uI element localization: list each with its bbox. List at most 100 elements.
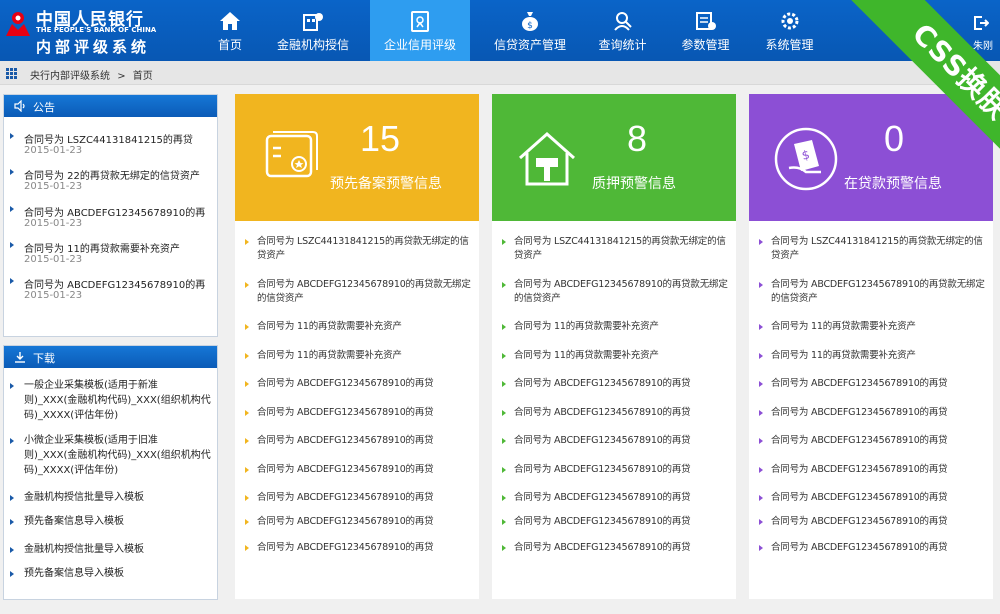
download-item[interactable]: 小微企业采集模板(适用于旧准则)_XXX(金融机构代码)_XXX(组织机构代码)… [10,433,211,478]
list-item[interactable]: 合同号为 ABCDEFG12345678910的再贷 [759,377,989,391]
list-item[interactable]: 合同号为 ABCDEFG12345678910的再贷 [502,434,732,448]
list-item-text[interactable]: 合同号为 ABCDEFG12345678910的再贷 [257,434,475,448]
list-item[interactable]: 合同号为 11的再贷款需要补充资产 [502,349,732,363]
list-item-text[interactable]: 合同号为 ABCDEFG12345678910的再贷 [771,434,989,448]
list-item[interactable]: 合同号为 11的再贷款需要补充资产 [245,320,475,334]
list-item-text[interactable]: 合同号为 ABCDEFG12345678910的再贷 [514,463,732,477]
list-item[interactable]: 合同号为 ABCDEFG12345678910的再贷款无绑定的信贷资产 [245,278,475,306]
list-item-text[interactable]: 合同号为 ABCDEFG12345678910的再贷 [257,463,475,477]
list-item[interactable]: 合同号为 ABCDEFG12345678910的再贷款无绑定的信贷资产 [502,278,732,306]
download-item[interactable]: 预先备案信息导入模板 [10,514,211,529]
list-item[interactable]: 合同号为 ABCDEFG12345678910的再贷 [502,377,732,391]
list-item[interactable]: 合同号为 ABCDEFG12345678910的再贷 [759,406,989,420]
list-item-text[interactable]: 合同号为 ABCDEFG12345678910的再贷 [514,491,732,505]
list-item[interactable]: 合同号为 11的再贷款需要补充资产 [502,320,732,334]
notice-item-date: 2015-01-23 [24,145,83,156]
download-item-label[interactable]: 一般企业采集模板(适用于新准则)_XXX(金融机构代码)_XXX(组织机构代码)… [24,378,211,423]
list-item-text[interactable]: 合同号为 ABCDEFG12345678910的再贷 [771,377,989,391]
list-item[interactable]: 合同号为 LSZC44131841215的再贷款无绑定的信贷资产 [502,235,732,263]
list-item[interactable]: 合同号为 11的再贷款需要补充资产 [245,349,475,363]
nav-query-stats[interactable]: 查询统计 [590,0,655,61]
list-item-text[interactable]: 合同号为 ABCDEFG12345678910的再贷 [257,515,475,529]
list-item[interactable]: 合同号为 ABCDEFG12345678910的再贷 [245,491,475,505]
notice-item-title[interactable]: 合同号为 11的再贷款需要补充资产 [24,240,180,255]
list-item[interactable]: 合同号为 ABCDEFG12345678910的再贷 [759,491,989,505]
list-item[interactable]: 合同号为 ABCDEFG12345678910的再贷 [245,406,475,420]
list-item[interactable]: 合同号为 11的再贷款需要补充资产 [759,349,989,363]
list-item[interactable]: 合同号为 11的再贷款需要补充资产 [759,320,989,334]
list-item-text[interactable]: 合同号为 11的再贷款需要补充资产 [514,349,732,363]
list-item-text[interactable]: 合同号为 ABCDEFG12345678910的再贷 [514,515,732,529]
loan-warning-card: $ 0 在贷款预警信息 合同号为 LSZC44131841215的再贷款无绑定的… [749,94,993,599]
download-item[interactable]: 一般企业采集模板(适用于新准则)_XXX(金融机构代码)_XXX(组织机构代码)… [10,378,211,423]
nav-home[interactable]: 首页 [205,0,255,61]
download-item-label[interactable]: 预先备案信息导入模板 [24,514,211,529]
notice-item-title[interactable]: 合同号为 ABCDEFG12345678910的再 [24,276,205,291]
nav-parameter[interactable]: 参数管理 [673,0,738,61]
list-item-text[interactable]: 合同号为 11的再贷款需要补充资产 [257,349,475,363]
list-item[interactable]: 合同号为 ABCDEFG12345678910的再贷 [245,463,475,477]
list-item-text[interactable]: 合同号为 ABCDEFG12345678910的再贷款无绑定的信贷资产 [771,278,989,306]
list-item-text[interactable]: 合同号为 ABCDEFG12345678910的再贷 [771,463,989,477]
list-item[interactable]: 合同号为 ABCDEFG12345678910的再贷 [502,515,732,529]
list-item-text[interactable]: 合同号为 ABCDEFG12345678910的再贷 [771,515,989,529]
logout-icon[interactable] [973,15,989,31]
download-item[interactable]: 金融机构授信批量导入模板 [10,490,211,505]
breadcrumb-root[interactable]: 央行内部评级系统 [30,71,110,82]
notice-item-title[interactable]: 合同号为 ABCDEFG12345678910的再 [24,204,205,219]
list-item-text[interactable]: 合同号为 ABCDEFG12345678910的再贷 [257,406,475,420]
list-item[interactable]: 合同号为 ABCDEFG12345678910的再贷 [759,434,989,448]
list-item[interactable]: 合同号为 ABCDEFG12345678910的再贷 [245,434,475,448]
pledge-card-header[interactable]: 8 质押预警信息 [492,94,736,221]
list-item[interactable]: 合同号为 LSZC44131841215的再贷款无绑定的信贷资产 [759,235,989,263]
list-item[interactable]: 合同号为 ABCDEFG12345678910的再贷 [502,463,732,477]
list-item-text[interactable]: 合同号为 ABCDEFG12345678910的再贷 [771,406,989,420]
list-item-text[interactable]: 合同号为 11的再贷款需要补充资产 [771,320,989,334]
list-item[interactable]: 合同号为 ABCDEFG12345678910的再贷 [502,406,732,420]
list-item[interactable]: 合同号为 ABCDEFG12345678910的再贷 [759,515,989,529]
list-item-text[interactable]: 合同号为 11的再贷款需要补充资产 [514,320,732,334]
list-item-text[interactable]: 合同号为 ABCDEFG12345678910的再贷 [257,541,475,555]
list-item[interactable]: 合同号为 ABCDEFG12345678910的再贷款无绑定的信贷资产 [759,278,989,306]
nav-credit-rating[interactable]: 企业信用评级 [370,0,470,61]
list-item-text[interactable]: 合同号为 LSZC44131841215的再贷款无绑定的信贷资产 [771,235,989,263]
download-item-label[interactable]: 小微企业采集模板(适用于旧准则)_XXX(金融机构代码)_XXX(组织机构代码)… [24,433,211,478]
list-item[interactable]: 合同号为 ABCDEFG12345678910的再贷 [759,463,989,477]
list-item-text[interactable]: 合同号为 ABCDEFG12345678910的再贷款无绑定的信贷资产 [514,278,732,306]
list-item-text[interactable]: 合同号为 ABCDEFG12345678910的再贷 [771,491,989,505]
loan-card-header[interactable]: $ 0 在贷款预警信息 [749,94,993,221]
list-item-text[interactable]: 合同号为 LSZC44131841215的再贷款无绑定的信贷资产 [514,235,732,263]
apps-grid-icon[interactable] [6,68,17,79]
list-item-text[interactable]: 合同号为 ABCDEFG12345678910的再贷 [257,377,475,391]
list-item-text[interactable]: 合同号为 LSZC44131841215的再贷款无绑定的信贷资产 [257,235,475,263]
download-item[interactable]: 金融机构授信批量导入模板 [10,542,211,557]
list-item-text[interactable]: 合同号为 ABCDEFG12345678910的再贷 [514,541,732,555]
list-item[interactable]: 合同号为 ABCDEFG12345678910的再贷 [245,377,475,391]
list-item-text[interactable]: 合同号为 ABCDEFG12345678910的再贷 [514,434,732,448]
list-item[interactable]: 合同号为 ABCDEFG12345678910的再贷 [502,541,732,555]
list-item[interactable]: 合同号为 LSZC44131841215的再贷款无绑定的信贷资产 [245,235,475,263]
list-item-text[interactable]: 合同号为 11的再贷款需要补充资产 [771,349,989,363]
list-item[interactable]: 合同号为 ABCDEFG12345678910的再贷 [502,491,732,505]
list-item[interactable]: 合同号为 ABCDEFG12345678910的再贷 [759,541,989,555]
prefiling-card-header[interactable]: 15 预先备案预警信息 [235,94,479,221]
nav-credit-asset[interactable]: $ 信贷资产管理 [485,0,575,61]
list-item-text[interactable]: 合同号为 ABCDEFG12345678910的再贷款无绑定的信贷资产 [257,278,475,306]
download-item-label[interactable]: 金融机构授信批量导入模板 [24,490,211,505]
list-item[interactable]: 合同号为 ABCDEFG12345678910的再贷 [245,541,475,555]
download-item-label[interactable]: 金融机构授信批量导入模板 [24,542,211,557]
download-item[interactable]: 预先备案信息导入模板 [10,566,211,581]
list-item[interactable]: 合同号为 ABCDEFG12345678910的再贷 [245,515,475,529]
notice-item-title[interactable]: 合同号为 22的再贷款无绑定的信贷资产 [24,167,200,182]
notice-item-title[interactable]: 合同号为 LSZC44131841215的再贷 [24,131,193,146]
nav-institution-credit[interactable]: 金融机构授信 [268,0,358,61]
list-item-text[interactable]: 合同号为 11的再贷款需要补充资产 [257,320,475,334]
bullet-icon [502,381,506,387]
logo[interactable]: 中国人民银行 THE PEOPLE'S BANK OF CHINA 内部评级系统 [0,0,200,61]
download-item-label[interactable]: 预先备案信息导入模板 [24,566,211,581]
list-item-text[interactable]: 合同号为 ABCDEFG12345678910的再贷 [514,377,732,391]
nav-system[interactable]: 系统管理 [757,0,822,61]
list-item-text[interactable]: 合同号为 ABCDEFG12345678910的再贷 [771,541,989,555]
list-item-text[interactable]: 合同号为 ABCDEFG12345678910的再贷 [257,491,475,505]
list-item-text[interactable]: 合同号为 ABCDEFG12345678910的再贷 [514,406,732,420]
